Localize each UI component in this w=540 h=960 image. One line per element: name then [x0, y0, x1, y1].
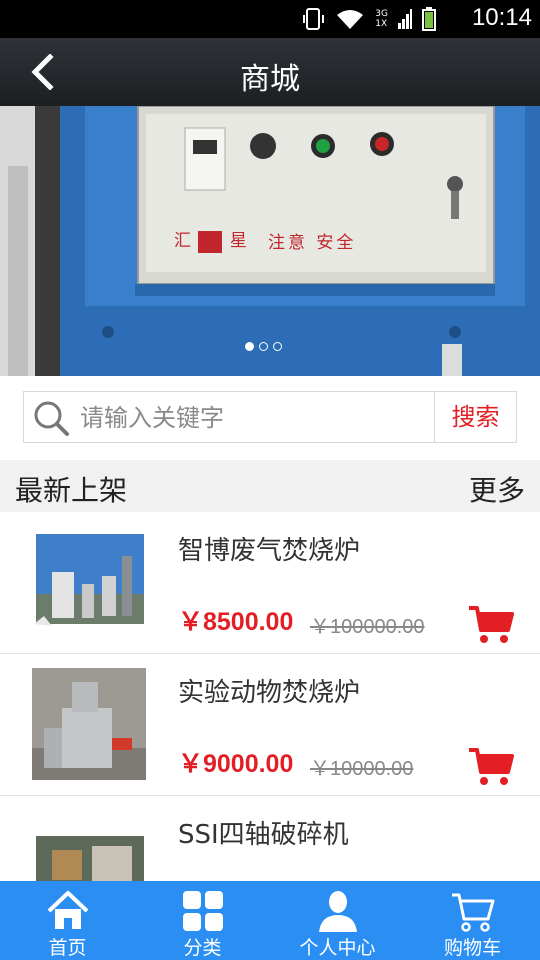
search-bar: 搜索 [23, 391, 517, 443]
signal-icon [398, 9, 412, 29]
product-name: 智博废气焚烧炉 [178, 536, 361, 566]
carousel-indicator [245, 342, 282, 351]
search-button[interactable]: 搜索 [434, 392, 516, 442]
banner-slogan: 注意 安全 [268, 233, 357, 253]
section-header: 最新上架 更多 [0, 460, 540, 512]
person-icon [318, 891, 357, 932]
product-original-price: ￥10000.00 [310, 758, 414, 780]
search-icon [34, 401, 69, 436]
product-name: 实验动物焚烧炉 [178, 678, 361, 708]
product-price: ￥8500.00 [178, 608, 294, 636]
status-time: 10:14 [471, 4, 532, 31]
banner-carousel[interactable]: 汇 星 注意 安全 [0, 106, 540, 376]
bottom-tab-bar: 首页 分类 个人中心 购物车 [0, 881, 540, 960]
grid-icon [182, 891, 223, 931]
status-icons: 3G 1X [303, 6, 436, 32]
product-image [32, 668, 146, 780]
network-type-bottom: 1X [375, 19, 388, 29]
tab-label: 购物车 [443, 937, 501, 959]
carousel-dot[interactable] [245, 342, 254, 351]
home-icon [47, 891, 88, 929]
banner-brand-char: 汇 [174, 231, 191, 251]
product-image [32, 526, 146, 638]
vibrate-icon [303, 8, 325, 30]
carousel-dot[interactable] [259, 342, 268, 351]
banner-brand-char2: 星 [229, 231, 247, 251]
more-link[interactable]: 更多 [469, 469, 525, 509]
product-name: SSI四轴破碎机 [178, 820, 349, 850]
banner-brand-text: 汇 星 [174, 226, 247, 253]
network-type: 3G 1X [375, 9, 388, 29]
status-bar: 3G 1X 10:14 [0, 0, 540, 38]
network-type-top: 3G [375, 9, 388, 19]
product-item[interactable]: 智博废气焚烧炉 ￥8500.00 ￥100000.00 [0, 512, 540, 654]
battery-icon [422, 7, 436, 31]
search-input[interactable] [78, 400, 452, 436]
brand-logo [198, 230, 223, 253]
tab-profile[interactable]: 个人中心 [270, 881, 405, 960]
product-price: ￥9000.00 [178, 750, 294, 778]
section-title: 最新上架 [15, 474, 128, 507]
wifi-icon [337, 10, 364, 29]
carousel-dot[interactable] [273, 342, 282, 351]
add-to-cart-icon[interactable] [468, 604, 514, 644]
tab-label: 分类 [183, 937, 222, 959]
product-original-price: ￥100000.00 [310, 616, 425, 638]
page-title: 商城 [240, 62, 300, 97]
cart-icon [451, 893, 494, 932]
add-to-cart-icon[interactable] [468, 746, 514, 786]
header-bar: 商城 [0, 38, 540, 106]
tab-label: 个人中心 [299, 937, 376, 959]
tab-home[interactable]: 首页 [0, 881, 135, 960]
product-item[interactable]: 实验动物焚烧炉 ￥9000.00 ￥10000.00 [0, 654, 540, 796]
tab-cart[interactable]: 购物车 [405, 881, 540, 960]
tab-category[interactable]: 分类 [135, 881, 270, 960]
tab-label: 首页 [48, 937, 87, 959]
